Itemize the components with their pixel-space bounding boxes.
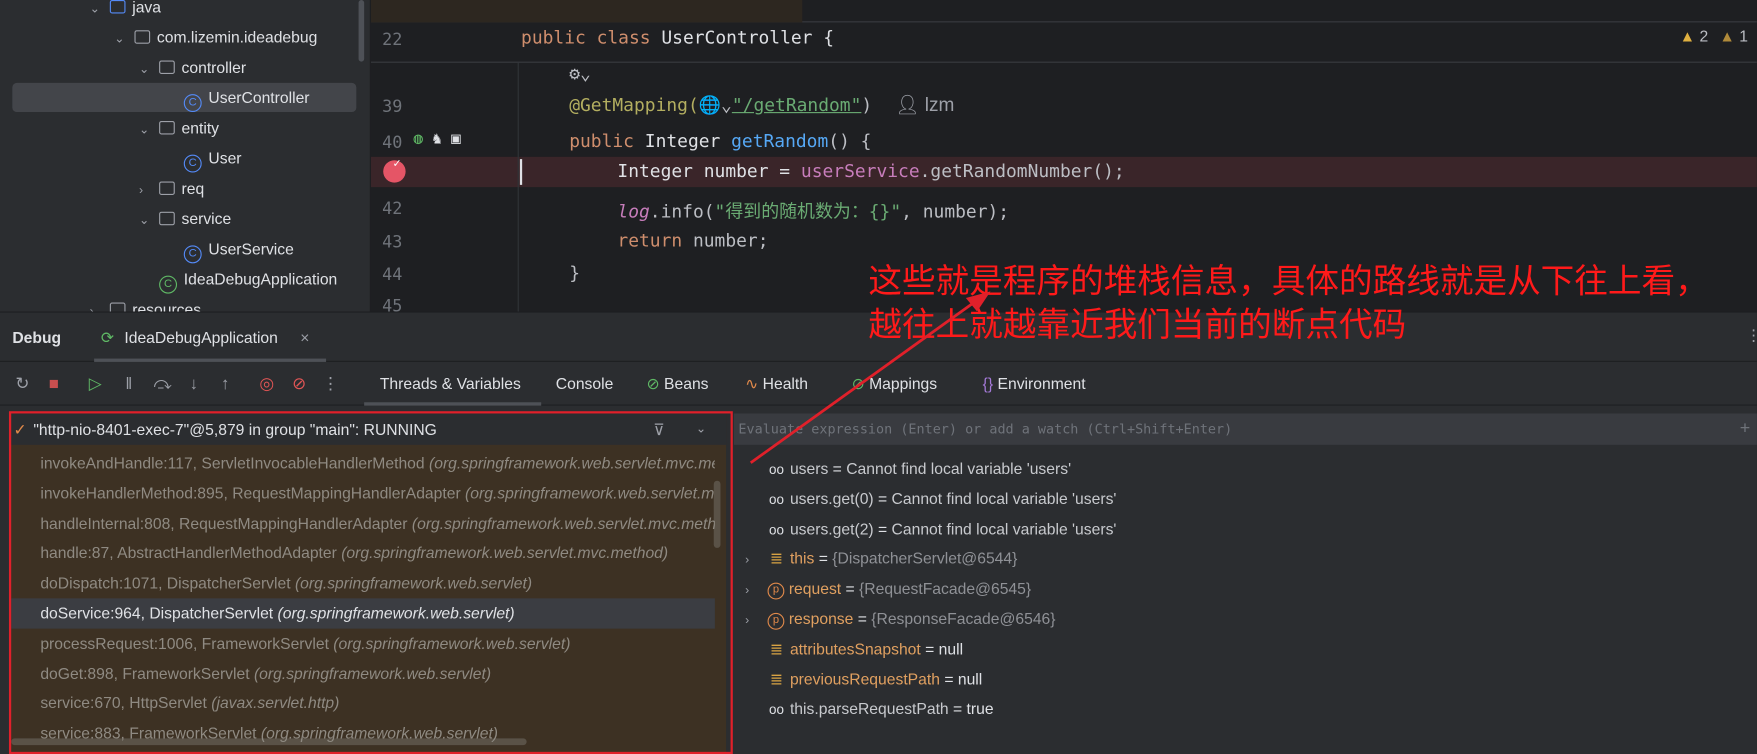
annotation-arrow (749, 291, 991, 464)
arrow-head (965, 291, 991, 312)
arrow-line (749, 299, 978, 464)
